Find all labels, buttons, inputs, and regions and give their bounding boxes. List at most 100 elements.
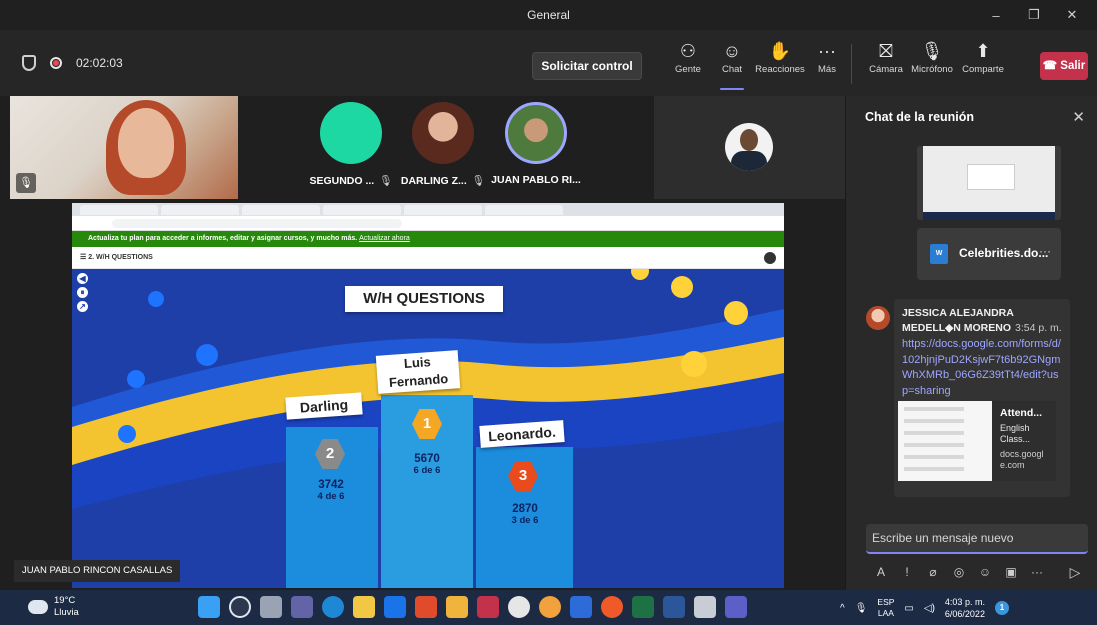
hand-icon[interactable]	[539, 596, 561, 618]
share-button[interactable]: ⬆ Comparte	[955, 38, 1011, 88]
quiz-title: W/H QUESTIONS	[345, 286, 503, 312]
snipping-icon[interactable]	[694, 596, 716, 618]
camera-label: Cámara	[869, 64, 903, 75]
kahoot-question-title: 2. W/H QUESTIONS	[88, 254, 153, 261]
priority-icon[interactable]: !	[896, 565, 918, 579]
mail-icon[interactable]	[384, 596, 406, 618]
file-name: Celebrities.do...	[959, 246, 1049, 260]
chat-message: JESSICA ALEJANDRA MEDELL◆N MORENO 3:54 p.…	[894, 299, 1070, 497]
excel-icon[interactable]	[632, 596, 654, 618]
teams-icon[interactable]	[725, 596, 747, 618]
firefox-icon[interactable]	[601, 596, 623, 618]
emoji-icon[interactable]: ☺	[974, 565, 996, 579]
file-explorer-icon[interactable]	[353, 596, 375, 618]
start-icon[interactable]	[198, 596, 220, 618]
shield-icon	[22, 55, 36, 71]
podium-score-second: 3742 4 de 6	[317, 479, 345, 502]
more-icon[interactable]: ···	[1026, 565, 1048, 579]
taskbar-apps	[198, 596, 747, 618]
more-button[interactable]: ··· Más	[799, 38, 855, 88]
avatar	[505, 102, 567, 164]
avatar-face	[740, 129, 758, 151]
avatar	[725, 123, 773, 171]
avatar	[320, 102, 382, 164]
search-icon[interactable]	[229, 596, 251, 618]
upgrade-link: Actualizar ahora	[359, 235, 410, 242]
window-title: General	[527, 8, 570, 22]
participant-name: SEGUNDO ... 🎙	[309, 175, 393, 187]
window-controls: – ❐ ✕	[977, 0, 1091, 30]
browser-tab	[404, 204, 482, 215]
participant-name: DARLING Z... 🎙	[400, 175, 486, 187]
link-preview-description: English Class...	[1000, 423, 1031, 444]
thumbnail-dialog	[967, 164, 1015, 190]
send-icon[interactable]: ▷	[1064, 564, 1086, 581]
weather-text: 19°C Lluvia	[54, 595, 79, 618]
powerpoint-icon[interactable]	[477, 596, 499, 618]
microphone-button[interactable]: 🎙 Micrófono	[904, 38, 960, 88]
browser-tab	[242, 204, 320, 215]
close-icon[interactable]: ✕	[1072, 108, 1085, 126]
maximize-button[interactable]: ❐	[1015, 7, 1053, 23]
office-icon[interactable]	[415, 596, 437, 618]
mic-off-icon: 🎙	[379, 175, 393, 187]
participant-tile-segundo[interactable]: SEGUNDO ... 🎙	[301, 102, 401, 197]
minimize-button[interactable]: –	[977, 8, 1015, 23]
language-indicator[interactable]: ESP LAA	[877, 597, 894, 619]
chrome-icon[interactable]	[508, 596, 530, 618]
link-preview-card[interactable]: Attend... English Class... docs.google.c…	[898, 401, 1056, 481]
volume-icon[interactable]: ◁)	[924, 603, 935, 614]
request-control-button[interactable]: Solicitar control	[532, 52, 642, 80]
participant-tile-juan-pablo[interactable]: JUAN PABLO RI...	[486, 102, 586, 197]
message-link[interactable]: https://docs.google.com/forms/d/102hjnjP…	[902, 337, 1062, 399]
attach-icon[interactable]: ⌀	[922, 565, 944, 579]
clock[interactable]: 4:03 p. m. 6/06/2022	[945, 596, 985, 620]
participant-tile-darling[interactable]: DARLING Z... 🎙	[393, 102, 493, 197]
link-preview-image	[898, 401, 992, 481]
task-view-icon[interactable]	[260, 596, 282, 618]
browser-tabs	[72, 203, 784, 216]
phone-icon: ☎	[1042, 60, 1058, 72]
weather-widget[interactable]: 19°C Lluvia	[28, 595, 79, 619]
avatar-suit	[731, 151, 767, 171]
app-m-icon[interactable]	[570, 596, 592, 618]
thumbnail-taskbar	[923, 212, 1055, 220]
close-window-button[interactable]: ✕	[1053, 7, 1091, 23]
more-label: Más	[818, 64, 836, 75]
message-input[interactable]	[866, 524, 1088, 552]
meeting-timer: 02:02:03	[76, 56, 123, 70]
teams-chat-icon[interactable]	[291, 596, 313, 618]
format-icon[interactable]: A	[870, 565, 892, 579]
shared-browser-window: Actualiza tu plan para acceder a informe…	[72, 203, 784, 588]
link-preview-site: docs.google.com	[1000, 449, 1044, 470]
shared-screen: Actualiza tu plan para acceder a informe…	[0, 201, 845, 590]
edge-icon[interactable]	[322, 596, 344, 618]
network-icon[interactable]: ▭	[904, 603, 913, 614]
file-attachment-card[interactable]: W Celebrities.do... ···	[917, 228, 1061, 280]
word-icon[interactable]	[663, 596, 685, 618]
more-options-icon[interactable]: ···	[1039, 244, 1051, 258]
microphone-label: Micrófono	[911, 64, 953, 75]
cloud-rain-icon	[28, 600, 48, 614]
loop-icon[interactable]: ◎	[948, 565, 970, 579]
video-strip: 🎙 SEGUNDO ... 🎙 DARLING Z... 🎙 JUAN PABLO …	[0, 96, 845, 201]
chat-label: Chat	[721, 64, 743, 75]
folder-icon[interactable]	[446, 596, 468, 618]
teams-meeting-window: General – ❐ ✕ 02:02:03 Solicitar control…	[0, 0, 1097, 625]
compose-box[interactable]	[866, 524, 1088, 554]
mic-off-icon[interactable]: 🎙	[855, 603, 868, 614]
shared-image-thumbnail[interactable]	[917, 146, 1061, 220]
notification-badge[interactable]: 1	[994, 601, 1009, 615]
share-icon: ↗	[77, 301, 88, 312]
avatar	[866, 306, 890, 330]
leave-button[interactable]: ☎ Salir	[1040, 52, 1088, 80]
kahoot-header: ☰ 2. W/H QUESTIONS	[72, 247, 784, 269]
participant-camera-tile[interactable]	[654, 96, 845, 199]
system-tray: ^ 🎙 ESP LAA ▭ ◁) 4:03 p. m. 6/06/2022 1	[840, 594, 1009, 622]
self-video-tile[interactable]: 🎙	[10, 96, 238, 199]
podium-name-first: Luis Fernando	[375, 350, 461, 394]
gif-icon[interactable]: ▣	[1000, 565, 1022, 579]
chevron-up-icon[interactable]: ^	[840, 603, 845, 614]
share-icon: ⬆	[975, 41, 991, 61]
windows-taskbar: 19°C Lluvia ^ 🎙 ESP LAA ▭ ◁) 4:03 p. m. …	[0, 590, 1097, 625]
